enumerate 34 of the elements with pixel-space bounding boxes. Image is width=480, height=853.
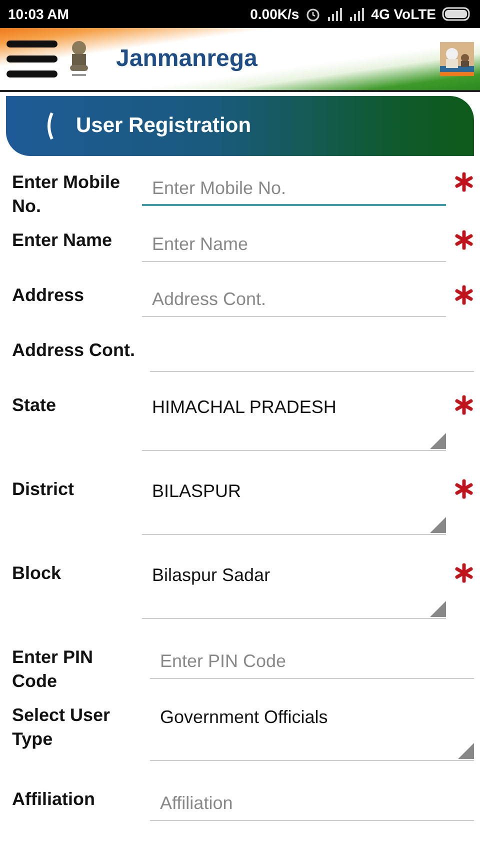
- field-label: Enter PIN Code: [12, 646, 94, 693]
- app-title: Janmanrega: [116, 45, 258, 73]
- page-title: User Registration: [76, 114, 252, 138]
- dropdown-corner-icon: [430, 601, 446, 617]
- dropdown[interactable]: BILASPUR: [142, 477, 446, 535]
- text-field[interactable]: Address Cont.: [142, 283, 446, 317]
- field-label: Affiliation: [12, 788, 96, 811]
- text-field[interactable]: Enter PIN Code: [150, 645, 474, 679]
- signal-icon: [327, 7, 344, 21]
- text-field[interactable]: Affiliation: [150, 787, 474, 821]
- dropdown[interactable]: HIMACHAL PRADESH: [142, 393, 446, 451]
- field-label: Enter Name: [12, 229, 114, 252]
- text-field[interactable]: Enter Name: [142, 228, 446, 262]
- network-type: 4G VoLTE: [371, 6, 436, 22]
- emblem-icon: [68, 39, 90, 79]
- status-time: 10:03 AM: [8, 6, 69, 22]
- dropdown[interactable]: Government Officials: [150, 703, 474, 761]
- text-field[interactable]: Enter Mobile No.: [142, 172, 446, 206]
- field-label: Address: [12, 284, 86, 307]
- network-speed: 0.00K/s: [250, 6, 300, 22]
- field-label: District: [12, 478, 76, 501]
- dropdown[interactable]: Bilaspur Sadar: [142, 561, 446, 619]
- dropdown-corner-icon: [430, 433, 446, 449]
- field-label: State: [12, 394, 58, 417]
- field-label: Block: [12, 562, 62, 585]
- menu-icon[interactable]: [6, 40, 58, 78]
- alarm-icon: [305, 6, 322, 22]
- battery-icon: [442, 7, 472, 21]
- field-label: Enter Mobile No.: [12, 171, 122, 218]
- dropdown-corner-icon: [458, 743, 474, 759]
- field-label: Address Cont.: [12, 339, 136, 362]
- field-label: Select User Type: [12, 704, 112, 751]
- dropdown-corner-icon: [430, 517, 446, 533]
- signal-icon: [349, 7, 366, 21]
